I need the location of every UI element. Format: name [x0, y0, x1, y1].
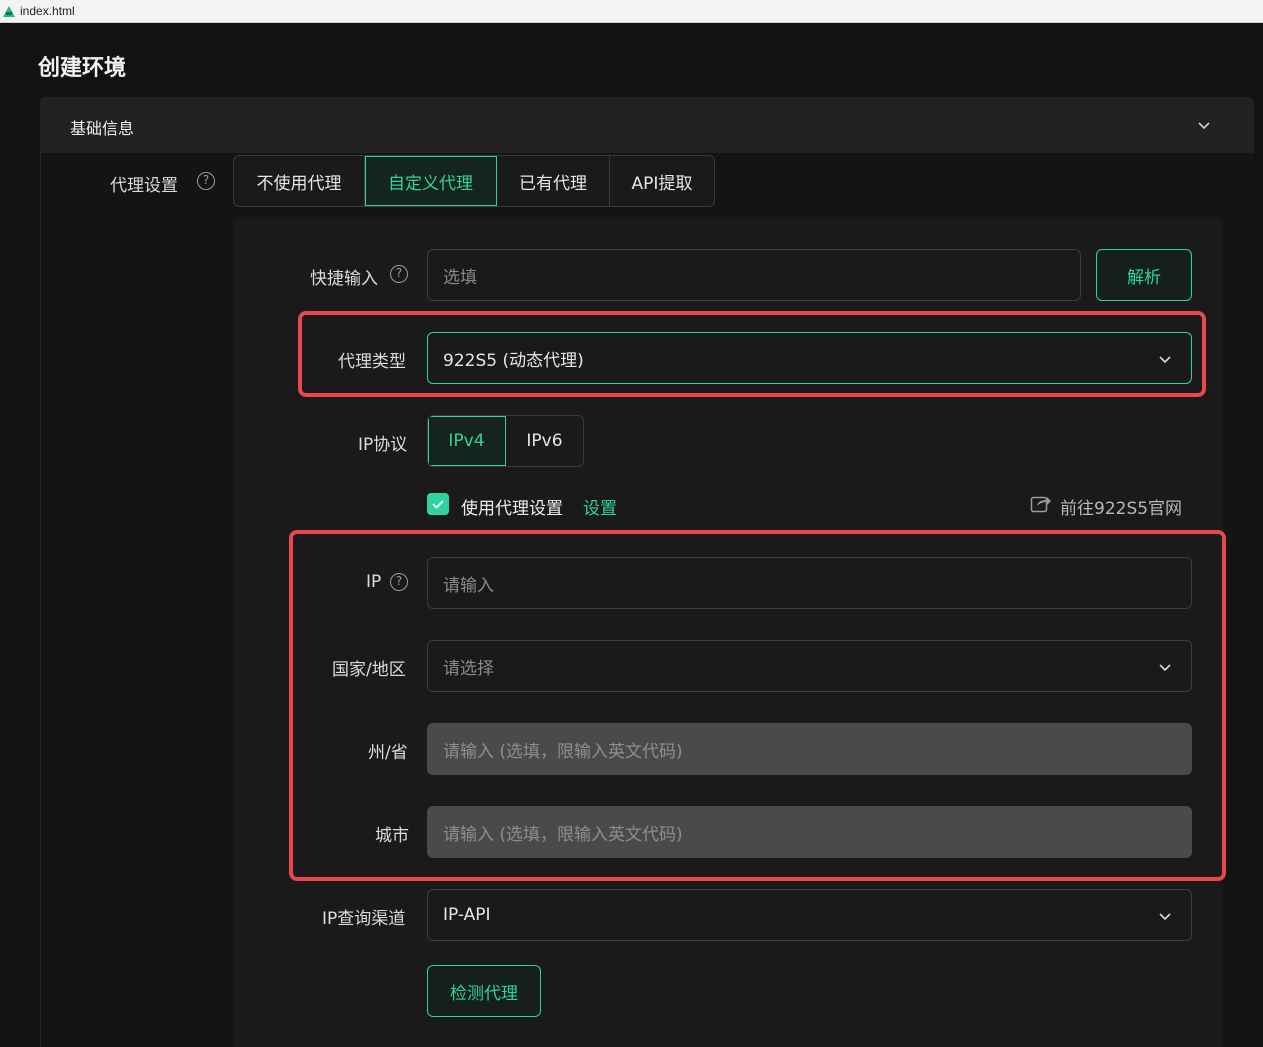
ip-placeholder: 请输入 — [443, 575, 494, 596]
ip-lookup-value: IP-API — [443, 905, 491, 925]
settings-link[interactable]: 设置 — [583, 494, 617, 519]
city-input[interactable]: 请输入 (选填，限输入英文代码) — [427, 806, 1192, 858]
use-proxy-settings-label: 使用代理设置 — [461, 499, 563, 519]
ip-protocol-ipv6[interactable]: IPv6 — [506, 416, 583, 466]
browser-tab-title[interactable]: index.html — [20, 4, 75, 18]
proxy-type-value: 922S5 (动态代理) — [443, 350, 584, 371]
ip-lookup-label: IP查询渠道 — [322, 909, 406, 929]
create-environment-page: 创建环境 基础信息 代理设置 ? 不使用代理 自定义代理 已有代理 API提取 … — [0, 23, 1263, 1047]
proxy-settings-label: 代理设置 — [110, 176, 178, 196]
chevron-down-icon — [1159, 356, 1171, 364]
app-logo-icon — [3, 6, 15, 17]
check-proxy-button[interactable]: 检测代理 — [427, 965, 541, 1017]
help-icon[interactable]: ? — [390, 573, 408, 591]
country-label: 国家/地区 — [332, 660, 406, 680]
help-icon[interactable]: ? — [390, 265, 408, 283]
page-title: 创建环境 — [38, 56, 127, 81]
ip-input[interactable]: 请输入 — [427, 557, 1192, 609]
proxy-mode-none[interactable]: 不使用代理 — [234, 156, 365, 206]
chevron-down-icon — [1159, 664, 1171, 672]
section-title: 基础信息 — [70, 119, 135, 138]
proxy-type-label: 代理类型 — [338, 352, 406, 372]
city-label: 城市 — [375, 826, 409, 846]
ip-lookup-select[interactable]: IP-API — [427, 889, 1192, 941]
section-header-basic-info[interactable]: 基础信息 — [40, 97, 1254, 153]
proxy-mode-existing[interactable]: 已有代理 — [497, 156, 610, 206]
state-placeholder: 请输入 (选填，限输入英文代码) — [443, 741, 683, 762]
city-placeholder: 请输入 (选填，限输入英文代码) — [443, 824, 683, 845]
proxy-mode-api[interactable]: API提取 — [610, 156, 714, 206]
proxy-type-select[interactable]: 922S5 (动态代理) — [427, 332, 1192, 384]
parse-button[interactable]: 解析 — [1096, 249, 1192, 301]
ip-protocol-selector: IPv4 IPv6 — [427, 415, 584, 467]
chevron-down-icon — [1159, 913, 1171, 921]
use-proxy-settings-checkbox[interactable] — [427, 493, 449, 515]
official-site-link[interactable]: 前往922S5官网 — [1060, 494, 1182, 519]
external-share-icon[interactable] — [1030, 494, 1052, 514]
quick-input-placeholder: 选填 — [443, 267, 477, 288]
checkmark-icon — [432, 500, 444, 509]
ip-protocol-label: IP协议 — [358, 435, 408, 455]
state-label: 州/省 — [368, 743, 408, 763]
help-icon[interactable]: ? — [197, 172, 215, 190]
ip-protocol-ipv4[interactable]: IPv4 — [428, 416, 506, 466]
chevron-down-icon[interactable] — [1196, 117, 1212, 133]
quick-input-label: 快捷输入 — [310, 269, 378, 289]
state-input[interactable]: 请输入 (选填，限输入英文代码) — [427, 723, 1192, 775]
country-select[interactable]: 请选择 — [427, 640, 1192, 692]
ip-label: IP — [366, 572, 382, 592]
quick-input-field[interactable]: 选填 — [427, 249, 1081, 301]
proxy-mode-selector: 不使用代理 自定义代理 已有代理 API提取 — [233, 155, 715, 207]
browser-tab-bar: index.html — [0, 0, 1263, 23]
country-placeholder: 请选择 — [443, 658, 494, 679]
proxy-mode-custom[interactable]: 自定义代理 — [365, 156, 497, 206]
